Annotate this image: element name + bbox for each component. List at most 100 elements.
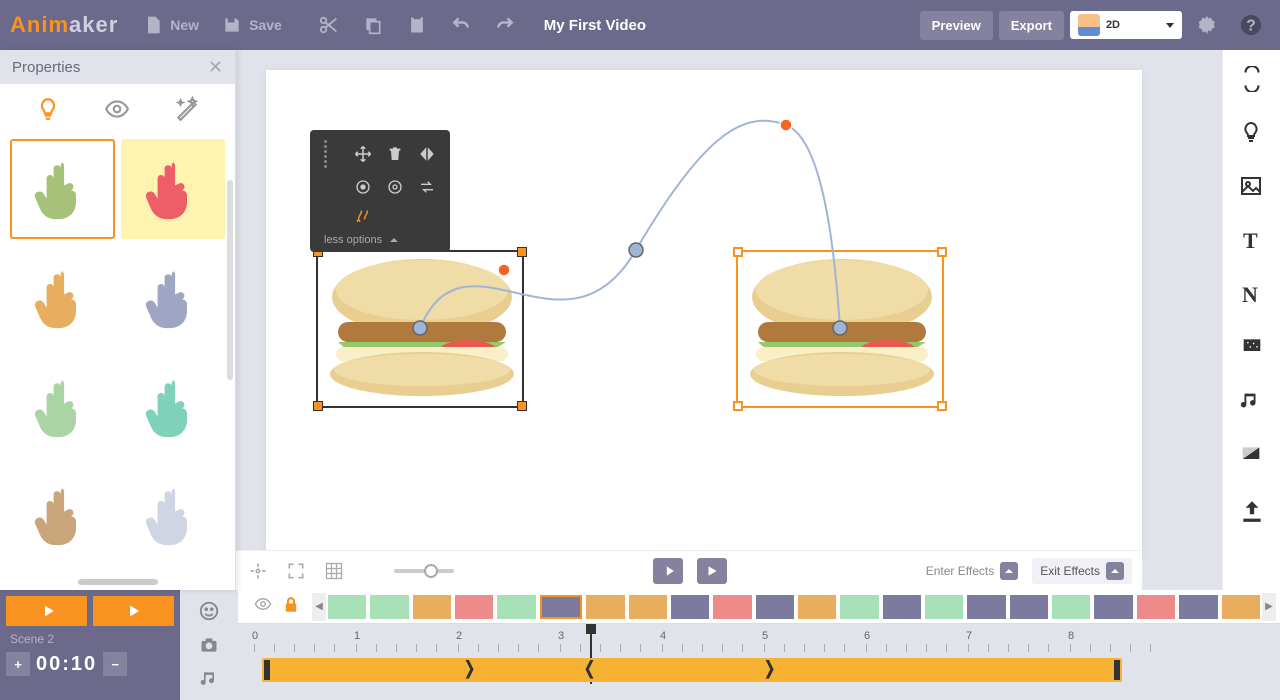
hand-option[interactable] (121, 465, 226, 565)
scene-thumbnail[interactable] (370, 595, 408, 619)
enter-effects-button[interactable]: Enter Effects (926, 562, 1018, 580)
scene-thumbnail[interactable] (497, 595, 535, 619)
scene-thumbnail[interactable] (671, 595, 709, 619)
clip-marker[interactable]: ❭ (762, 658, 770, 682)
text-icon[interactable]: T (1239, 228, 1265, 254)
resize-handle[interactable] (517, 401, 527, 411)
preview-button[interactable]: Preview (920, 11, 993, 40)
export-button[interactable]: Export (999, 11, 1064, 40)
less-options-toggle[interactable]: less options (318, 230, 442, 246)
hand-option[interactable] (10, 357, 115, 457)
scene-thumbnail[interactable] (925, 595, 963, 619)
timeline-clip[interactable]: ❭ ❬ ❭ (262, 658, 1122, 682)
tab-visibility[interactable] (102, 96, 132, 125)
upload-icon[interactable] (1239, 498, 1265, 524)
scene-prev-button[interactable]: ◀ (312, 593, 326, 621)
background-icon[interactable] (1239, 444, 1265, 470)
scene-next-button[interactable]: ▶ (1262, 593, 1276, 621)
exit-effects-button[interactable]: Exit Effects (1032, 558, 1132, 584)
paste-button[interactable] (398, 8, 436, 42)
clip-trim-right[interactable] (1114, 660, 1120, 680)
timeline-track[interactable]: ❭ ❬ ❭ (242, 658, 1276, 682)
scene-thumbnail[interactable] (413, 595, 451, 619)
scene-thumbnail[interactable] (1179, 595, 1217, 619)
properties-resize-handle[interactable] (0, 574, 235, 590)
clip-trim-left[interactable] (264, 660, 270, 680)
close-icon[interactable]: ✕ (208, 57, 223, 78)
image-icon[interactable] (1239, 174, 1265, 200)
scene-thumbnail[interactable] (713, 595, 751, 619)
scene-thumbnail[interactable] (1222, 595, 1260, 619)
hand-option[interactable] (10, 248, 115, 348)
project-title-input[interactable] (540, 13, 720, 38)
scene-thumbnail[interactable] (756, 595, 794, 619)
scene-thumbnail[interactable] (967, 595, 1005, 619)
path-anchor[interactable] (629, 243, 643, 257)
copy-button[interactable] (354, 8, 392, 42)
visibility-toggle-icon[interactable] (252, 595, 274, 618)
path-anchor[interactable] (413, 321, 427, 335)
clip-marker[interactable]: ❬ (582, 658, 590, 682)
hand-option[interactable] (10, 465, 115, 565)
step-play-button[interactable] (653, 558, 683, 584)
resize-handle[interactable] (733, 247, 743, 257)
character-icon[interactable] (1239, 66, 1265, 92)
timeline-play[interactable] (93, 596, 174, 626)
resize-handle[interactable] (517, 247, 527, 257)
props-icon[interactable] (1239, 120, 1265, 146)
scene-thumbnail[interactable] (1052, 595, 1090, 619)
scene-thumbnail[interactable] (540, 595, 582, 619)
clip-marker[interactable]: ❭ (462, 658, 470, 682)
flip-icon[interactable] (418, 145, 436, 163)
path-control[interactable] (498, 264, 510, 276)
music-icon[interactable] (1239, 390, 1265, 416)
number-icon[interactable]: N (1239, 282, 1265, 308)
scene-thumbnail[interactable] (328, 595, 366, 619)
delete-icon[interactable] (386, 145, 404, 163)
path-control[interactable] (780, 119, 792, 131)
timeline-ruler[interactable]: 012345678 (238, 624, 1280, 654)
tab-ideas[interactable] (35, 96, 61, 125)
remove-time-button[interactable]: − (103, 652, 127, 676)
undo-button[interactable] (442, 8, 480, 42)
mode-select[interactable]: 2D (1070, 11, 1182, 39)
scene-thumbnail[interactable] (1094, 595, 1132, 619)
save-button[interactable]: Save (213, 8, 290, 42)
motion-path-icon[interactable] (354, 206, 372, 224)
move-icon[interactable] (354, 145, 372, 163)
fullscreen-icon[interactable] (284, 559, 308, 583)
scene-thumbnail[interactable] (1137, 595, 1175, 619)
play-button[interactable] (697, 558, 727, 584)
effects-icon[interactable] (1239, 336, 1265, 362)
scene-thumbnail[interactable] (1010, 595, 1048, 619)
cut-button[interactable] (310, 8, 348, 42)
hand-option[interactable] (10, 139, 115, 239)
new-button[interactable]: New (134, 8, 207, 42)
canvas[interactable]: less options (266, 70, 1142, 560)
resize-handle[interactable] (733, 401, 743, 411)
hand-option[interactable] (121, 139, 226, 239)
audio-track-icon[interactable] (196, 666, 222, 692)
swap-icon[interactable] (418, 178, 436, 196)
tab-effects[interactable] (173, 96, 201, 125)
zoom-slider[interactable] (394, 569, 454, 573)
object-context-toolbar[interactable]: less options (310, 130, 450, 252)
resize-handle[interactable] (313, 401, 323, 411)
help-button[interactable]: ? (1232, 8, 1270, 42)
scene-thumbnail[interactable] (840, 595, 878, 619)
scene-thumbnail[interactable] (798, 595, 836, 619)
hand-option[interactable] (121, 357, 226, 457)
playhead[interactable] (586, 624, 596, 654)
settings-button[interactable] (1188, 8, 1226, 42)
scene-thumbnail[interactable] (883, 595, 921, 619)
lock-icon[interactable] (282, 595, 300, 618)
path-anchor[interactable] (833, 321, 847, 335)
scene-thumbnail[interactable] (629, 595, 667, 619)
face-track-icon[interactable] (196, 598, 222, 624)
add-time-button[interactable]: + (6, 652, 30, 676)
scene-thumbnail[interactable] (455, 595, 493, 619)
settings-small-icon[interactable] (386, 178, 404, 196)
center-icon[interactable] (246, 559, 270, 583)
properties-scrollbar[interactable] (227, 180, 233, 380)
timeline-play-from-start[interactable] (6, 596, 87, 626)
